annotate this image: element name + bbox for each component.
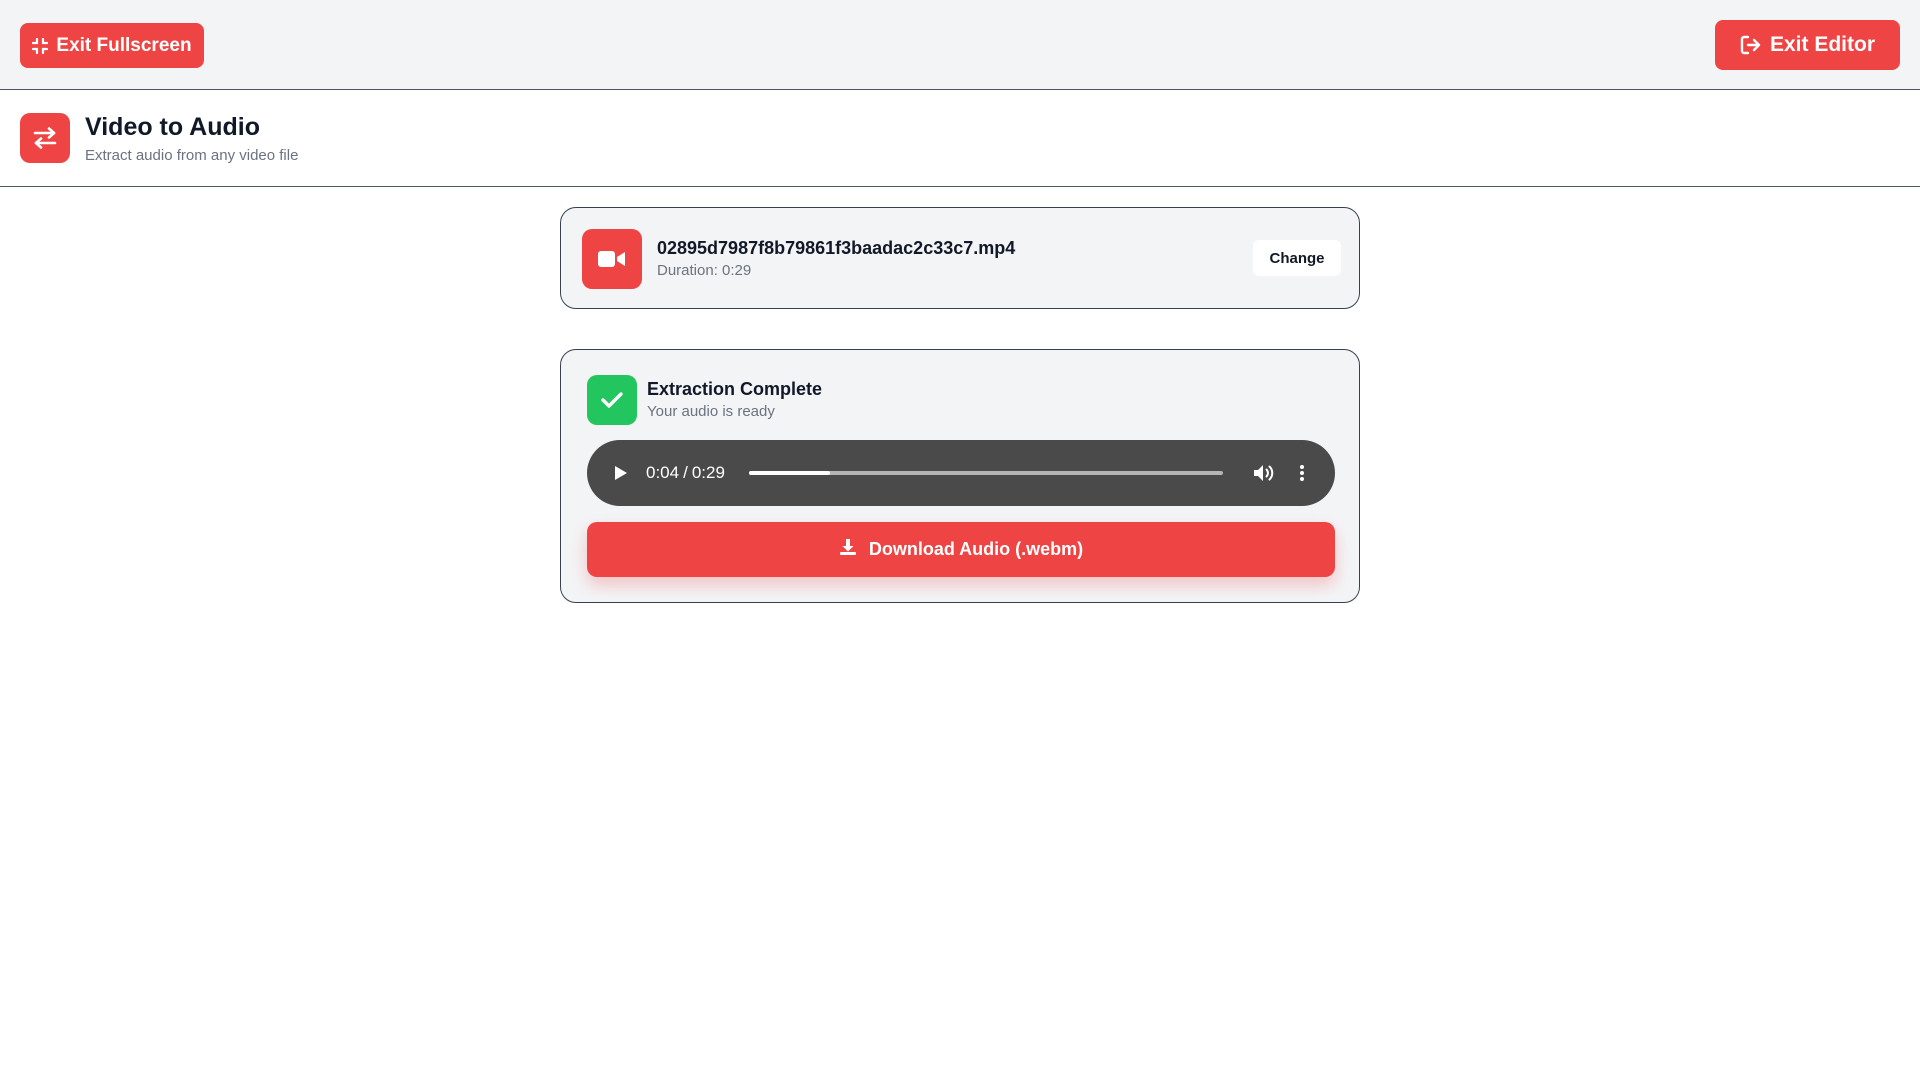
- compress-icon: [32, 37, 49, 54]
- audio-player[interactable]: 0:04/0:29: [587, 440, 1335, 506]
- exit-fullscreen-label: Exit Fullscreen: [56, 34, 192, 56]
- selected-file-card: 02895d7987f8b79861f3baadac2c33c7.mp4 Dur…: [560, 207, 1360, 309]
- file-name: 02895d7987f8b79861f3baadac2c33c7.mp4: [657, 238, 1016, 258]
- swap-arrows-icon: [20, 113, 70, 163]
- file-duration: Duration: 0:29: [657, 262, 752, 279]
- seek-bar-progress: [749, 471, 830, 475]
- status-title: Extraction Complete: [647, 379, 823, 399]
- download-icon: [839, 538, 857, 561]
- download-audio-label: Download Audio (.webm): [868, 539, 1084, 559]
- more-options-icon[interactable]: [1295, 461, 1309, 485]
- change-file-button[interactable]: Change: [1253, 240, 1341, 276]
- top-bar: Exit Fullscreen Exit Editor: [0, 0, 1920, 90]
- sign-out-icon: [1740, 35, 1762, 55]
- check-icon: [587, 375, 637, 425]
- current-time: 0:04: [646, 463, 680, 482]
- exit-fullscreen-button[interactable]: Exit Fullscreen: [20, 23, 204, 68]
- volume-icon[interactable]: [1251, 461, 1277, 485]
- exit-editor-button[interactable]: Exit Editor: [1715, 20, 1900, 70]
- extraction-result-card: Extraction Complete Your audio is ready …: [560, 349, 1360, 603]
- app-header: Video to Audio Extract audio from any vi…: [0, 91, 1920, 187]
- total-time: 0:29: [691, 463, 725, 482]
- page-subtitle: Extract audio from any video file: [85, 147, 299, 164]
- play-icon[interactable]: [609, 461, 633, 485]
- download-audio-button[interactable]: Download Audio (.webm): [587, 522, 1335, 577]
- video-camera-icon: [582, 229, 642, 289]
- status-subtitle: Your audio is ready: [647, 403, 775, 420]
- time-separator: /: [683, 463, 688, 482]
- page-title: Video to Audio: [85, 113, 260, 141]
- time-readout: 0:04/0:29: [646, 463, 725, 483]
- exit-editor-label: Exit Editor: [1769, 33, 1875, 56]
- seek-bar[interactable]: [749, 471, 1223, 475]
